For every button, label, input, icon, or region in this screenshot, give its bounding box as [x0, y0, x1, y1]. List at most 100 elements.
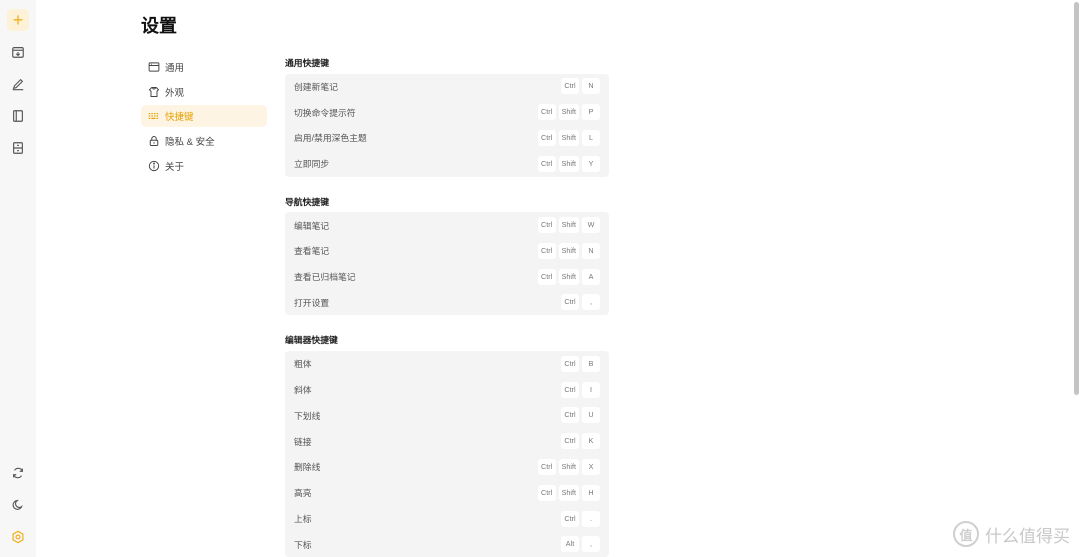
key-cap: Ctrl — [561, 381, 579, 398]
shortcut-row: 立即同步 Ctrl Shift Y — [285, 151, 609, 177]
archive-icon — [13, 142, 23, 154]
import-button[interactable] — [7, 41, 29, 63]
key-cap: Shift — [558, 104, 579, 121]
shortcut-label: 查看已归档笔记 — [294, 272, 356, 283]
key-combo: Ctrl Shift A — [537, 268, 600, 285]
key-cap: Shift — [558, 268, 579, 285]
key-cap: Shift — [558, 484, 579, 501]
key-cap: Ctrl — [561, 78, 579, 95]
shortcut-label: 启用/禁用深色主题 — [294, 133, 367, 144]
key-cap: I — [582, 381, 600, 398]
icon-rail: + — [0, 0, 36, 557]
key-combo: Ctrl Shift N — [537, 242, 600, 259]
key-combo: Ctrl Shift L — [537, 129, 600, 146]
nav-item-label: 外观 — [165, 87, 185, 99]
key-cap: Ctrl — [537, 484, 556, 501]
shortcut-row: 切换命令提示符 Ctrl Shift P — [285, 99, 609, 125]
key-cap: , — [582, 536, 600, 553]
key-combo: Ctrl Shift Y — [537, 155, 600, 172]
theme-button[interactable] — [7, 494, 29, 516]
watermark-text: 什么值得买 — [985, 526, 1070, 546]
key-cap: L — [582, 129, 600, 146]
shortcut-row: 链接 Ctrl K — [285, 428, 609, 454]
key-combo: Ctrl , — [561, 294, 600, 311]
key-cap: Ctrl — [537, 129, 556, 146]
archive-button[interactable] — [7, 137, 29, 159]
shortcut-label: 粗体 — [294, 359, 312, 370]
shortcut-label: 删除线 — [294, 462, 321, 473]
shortcut-label: 立即同步 — [294, 159, 330, 170]
nav-item-shortcuts[interactable]: 快捷键 — [141, 105, 267, 128]
shortcut-label: 创建新笔记 — [294, 81, 338, 92]
key-cap: Shift — [558, 458, 579, 475]
add-note-icon: + — [12, 10, 24, 30]
key-cap: Alt — [561, 536, 579, 553]
lock-icon — [149, 136, 159, 147]
shortcut-group-editor: 粗体 Ctrl B 斜体 Ctrl I 下划线 Ctrl U 链接 Ctrl K… — [285, 350, 609, 557]
key-cap: , — [582, 294, 600, 311]
key-cap: Ctrl — [561, 355, 579, 372]
shortcut-label: 链接 — [294, 436, 312, 447]
section-title: 编辑器快捷键 — [285, 335, 338, 346]
key-combo: Ctrl U — [561, 407, 600, 424]
key-combo: Ctrl N — [561, 78, 600, 95]
shortcut-label: 斜体 — [294, 385, 312, 396]
settings-button[interactable] — [7, 526, 29, 548]
import-icon — [12, 47, 24, 58]
shortcut-label: 上标 — [294, 514, 312, 525]
key-cap: X — [582, 458, 600, 475]
nav-item-privacy[interactable]: 隐私 & 安全 — [141, 130, 267, 152]
key-cap: B — [582, 355, 600, 372]
shortcuts-content: 通用快捷键 创建新笔记 Ctrl N 切换命令提示符 Ctrl Shift P … — [285, 56, 609, 557]
keyboard-icon — [148, 113, 159, 120]
key-cap: A — [582, 268, 600, 285]
shortcut-row: 查看已归档笔记 Ctrl Shift A — [285, 264, 609, 290]
shortcut-row: 粗体 Ctrl B — [285, 351, 609, 377]
nav-item-general[interactable]: 通用 — [141, 56, 267, 78]
watermark-logo-icon: 值 — [953, 521, 979, 547]
key-cap: K — [582, 433, 600, 450]
key-cap: N — [582, 78, 600, 95]
theme-icon — [12, 499, 23, 510]
shortcut-row: 删除线 Ctrl Shift X — [285, 454, 609, 480]
shortcut-row: 查看笔记 Ctrl Shift N — [285, 238, 609, 264]
key-cap: Ctrl — [537, 104, 556, 121]
key-cap: Shift — [558, 129, 579, 146]
key-cap: Ctrl — [537, 458, 556, 475]
nav-item-label: 快捷键 — [165, 112, 194, 124]
notebook-icon — [13, 110, 23, 122]
shortcut-row: 创建新笔记 Ctrl N — [285, 74, 609, 100]
key-combo: Ctrl . — [561, 510, 600, 527]
edit-icon — [12, 78, 24, 91]
key-cap: Ctrl — [537, 217, 556, 234]
shortcut-label: 打开设置 — [294, 297, 330, 308]
shortcut-label: 编辑笔记 — [294, 220, 330, 231]
scrollbar-thumb[interactable] — [1074, 2, 1079, 395]
nav-item-about[interactable]: 关于 — [141, 155, 267, 177]
key-cap: Ctrl — [561, 294, 579, 311]
key-cap: N — [582, 242, 600, 259]
info-icon — [148, 160, 160, 171]
key-cap: Y — [582, 155, 600, 172]
shortcut-row: 斜体 Ctrl I — [285, 377, 609, 403]
key-cap: Ctrl — [537, 242, 556, 259]
key-cap: Shift — [558, 242, 579, 259]
sync-icon — [13, 467, 23, 479]
add-note-button[interactable]: + — [7, 9, 29, 31]
key-combo: Ctrl I — [561, 381, 600, 398]
shortcut-row: 下标 Alt , — [285, 531, 609, 557]
key-cap: U — [582, 407, 600, 424]
key-cap: Shift — [558, 155, 579, 172]
nav-item-appearance[interactable]: 外观 — [141, 81, 267, 103]
key-combo: Ctrl Shift W — [537, 217, 600, 234]
notebooks-button[interactable] — [7, 105, 29, 127]
nav-item-label: 关于 — [165, 161, 185, 173]
scrollbar[interactable] — [1073, 0, 1080, 557]
sync-button[interactable] — [7, 462, 29, 484]
shortcut-label: 下标 — [294, 539, 312, 550]
key-cap: Ctrl — [537, 155, 556, 172]
shortcut-row: 高亮 Ctrl Shift H — [285, 480, 609, 506]
edit-button[interactable] — [7, 73, 29, 95]
key-cap: H — [582, 484, 600, 501]
shortcut-row: 打开设置 Ctrl , — [285, 290, 609, 316]
